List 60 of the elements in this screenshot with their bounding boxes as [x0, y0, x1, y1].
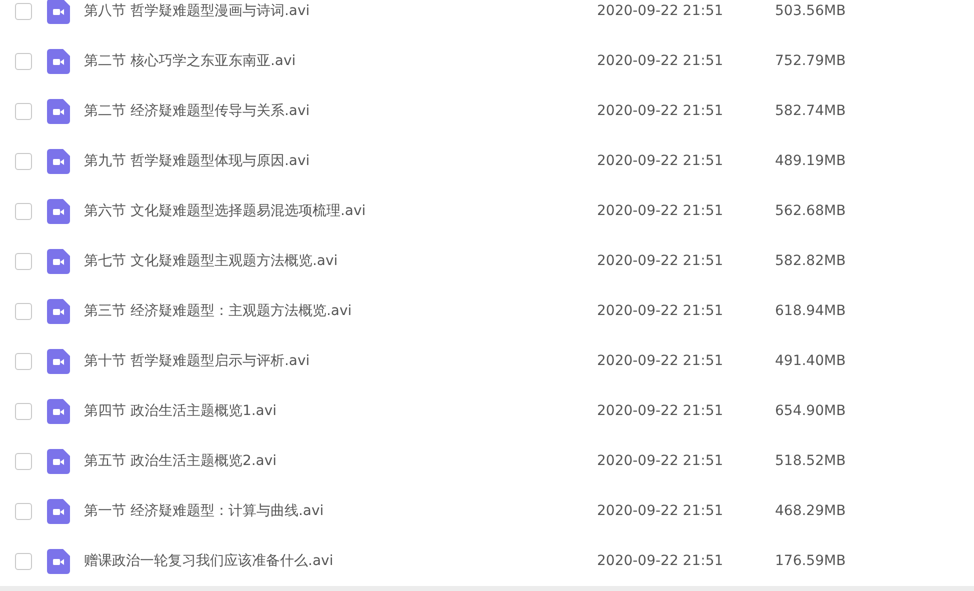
file-size: 489.19MB: [775, 153, 846, 169]
checkbox[interactable]: [15, 2, 32, 20]
file-name[interactable]: 第二节 经济疑难题型传导与关系.avi: [84, 102, 597, 120]
checkbox[interactable]: [15, 102, 32, 120]
file-size: 582.82MB: [775, 253, 846, 269]
video-file-icon: [47, 48, 70, 74]
file-size: 176.59MB: [775, 553, 846, 569]
modified-date: 2020-09-22 21:51: [597, 453, 724, 469]
checkbox[interactable]: [15, 402, 32, 420]
file-name[interactable]: 第八节 哲学疑难题型漫画与诗词.avi: [84, 2, 597, 20]
file-size: 468.29MB: [775, 503, 846, 519]
modified-date: 2020-09-22 21:51: [597, 3, 724, 19]
file-size: 491.40MB: [775, 353, 846, 369]
video-file-icon: [47, 298, 70, 324]
file-name[interactable]: 赠课政治一轮复习我们应该准备什么.avi: [84, 552, 597, 570]
checkbox[interactable]: [15, 452, 32, 470]
file-name[interactable]: 第十节 哲学疑难题型启示与评析.avi: [84, 352, 597, 370]
checkbox[interactable]: [15, 502, 32, 520]
file-name[interactable]: 第一节 经济疑难题型：计算与曲线.avi: [84, 502, 597, 520]
file-size: 562.68MB: [775, 203, 846, 219]
checkbox[interactable]: [15, 52, 32, 70]
file-size: 752.79MB: [775, 53, 846, 69]
file-size: 654.90MB: [775, 403, 846, 419]
video-file-icon: [47, 248, 70, 274]
video-file-icon: [47, 0, 70, 24]
video-file-icon: [47, 148, 70, 174]
video-file-icon: [47, 448, 70, 474]
file-size: 503.56MB: [775, 3, 846, 19]
checkbox[interactable]: [15, 202, 32, 220]
file-name[interactable]: 第六节 文化疑难题型选择题易混选项梳理.avi: [84, 202, 597, 220]
file-size: 518.52MB: [775, 453, 846, 469]
file-name[interactable]: 第四节 政治生活主题概览1.avi: [84, 402, 597, 420]
modified-date: 2020-09-22 21:51: [597, 403, 724, 419]
checkbox[interactable]: [15, 302, 32, 320]
video-file-icon: [47, 98, 70, 124]
modified-date: 2020-09-22 21:51: [597, 203, 724, 219]
video-file-icon: [47, 198, 70, 224]
checkbox[interactable]: [15, 352, 32, 370]
file-size: 618.94MB: [775, 303, 846, 319]
modified-date: 2020-09-22 21:51: [597, 103, 724, 119]
modified-date: 2020-09-22 21:51: [597, 353, 724, 369]
modified-date: 2020-09-22 21:51: [597, 253, 724, 269]
file-name[interactable]: 第九节 哲学疑难题型体现与原因.avi: [84, 152, 597, 170]
file-name[interactable]: 第七节 文化疑难题型主观题方法概览.avi: [84, 252, 597, 270]
modified-date: 2020-09-22 21:51: [597, 153, 724, 169]
video-file-icon: [47, 498, 70, 524]
file-name[interactable]: 第三节 经济疑难题型：主观题方法概览.avi: [84, 302, 597, 320]
checkbox[interactable]: [15, 552, 32, 570]
checkbox[interactable]: [15, 252, 32, 270]
video-file-icon: [47, 348, 70, 374]
video-file-icon: [47, 548, 70, 574]
file-name[interactable]: 第五节 政治生活主题概览2.avi: [84, 452, 597, 470]
file-name[interactable]: 第二节 核心巧学之东亚东南亚.avi: [84, 52, 597, 70]
video-file-icon: [47, 398, 70, 424]
checkbox[interactable]: [15, 152, 32, 170]
modified-date: 2020-09-22 21:51: [597, 53, 724, 69]
modified-date: 2020-09-22 21:51: [597, 553, 724, 569]
modified-date: 2020-09-22 21:51: [597, 503, 724, 519]
file-size: 582.74MB: [775, 103, 846, 119]
modified-date: 2020-09-22 21:51: [597, 303, 724, 319]
